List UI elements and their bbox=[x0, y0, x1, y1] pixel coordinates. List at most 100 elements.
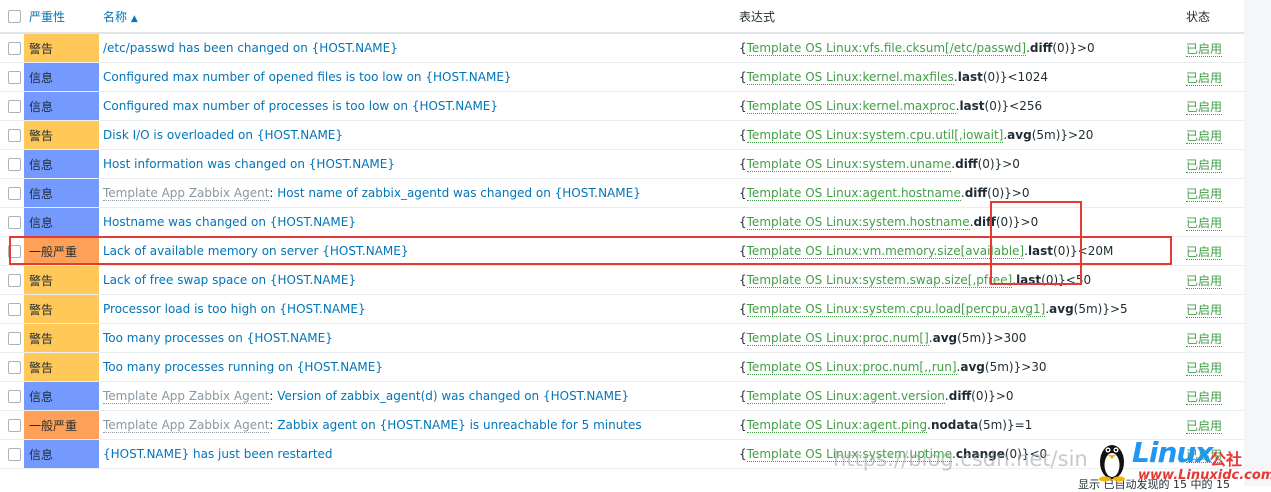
name-column-header[interactable]: 名称 ▲ bbox=[99, 0, 735, 34]
row-checkbox[interactable] bbox=[8, 158, 21, 171]
table-row: 信息 Hostname was changed on {HOST.NAME} {Te… bbox=[0, 207, 1244, 237]
expression-item-link[interactable]: Template OS Linux:proc.num[,,run] bbox=[746, 360, 957, 375]
expression-function: avg bbox=[960, 360, 985, 374]
trigger-name-link[interactable]: Configured max number of opened files is… bbox=[103, 70, 512, 84]
status-enabled-link[interactable]: 已启用 bbox=[1186, 389, 1223, 405]
status-cell: 已启用 bbox=[1183, 149, 1244, 179]
expression-function: diff bbox=[973, 215, 996, 229]
expression-item-link[interactable]: Template OS Linux:vm.memory.size[availab… bbox=[746, 244, 1025, 259]
expression-item-link[interactable]: Template OS Linux:proc.num[] bbox=[746, 331, 929, 346]
trigger-name-link[interactable]: Host information was changed on {HOST.NA… bbox=[103, 157, 395, 171]
expression-cell: {Template OS Linux:vm.memory.size[availa… bbox=[735, 236, 1183, 266]
expression-item-link[interactable]: Template OS Linux:system.uname bbox=[746, 157, 952, 172]
table-row: 警告 Processor load is too high on {HOST.NA… bbox=[0, 294, 1244, 324]
status-enabled-link[interactable]: 已启用 bbox=[1186, 99, 1223, 115]
status-enabled-link[interactable]: 已启用 bbox=[1186, 360, 1223, 376]
expression-item-link[interactable]: Template OS Linux:system.hostname bbox=[746, 215, 970, 230]
status-enabled-link[interactable]: 已启用 bbox=[1186, 418, 1223, 434]
status-cell: 已启用 bbox=[1183, 178, 1244, 208]
expression-function: last bbox=[957, 70, 983, 84]
row-checkbox[interactable] bbox=[8, 129, 21, 142]
expression-cell: {Template OS Linux:agent.hostname.diff(0… bbox=[735, 178, 1183, 208]
trigger-name-link[interactable]: Configured max number of processes is to… bbox=[103, 99, 498, 113]
expression-open-brace: { bbox=[739, 447, 747, 461]
status-enabled-link[interactable]: 已启用 bbox=[1186, 331, 1223, 347]
trigger-name-link[interactable]: Host name of zabbix_agentd was changed o… bbox=[277, 186, 641, 200]
expression-cell: {Template OS Linux:agent.version.diff(0)… bbox=[735, 381, 1183, 411]
template-link[interactable]: Template App Zabbix Agent bbox=[103, 389, 270, 404]
expression-function: diff bbox=[948, 389, 972, 403]
status-enabled-link[interactable]: 已启用 bbox=[1186, 70, 1223, 86]
row-checkbox[interactable] bbox=[8, 448, 21, 461]
row-checkbox[interactable] bbox=[8, 100, 21, 113]
expression-item-link[interactable]: Template OS Linux:kernel.maxfiles bbox=[746, 70, 954, 85]
trigger-name-link[interactable]: Disk I/O is overloaded on {HOST.NAME} bbox=[103, 128, 343, 142]
expression-item-link[interactable]: Template OS Linux:agent.version bbox=[746, 389, 945, 404]
trigger-name-link[interactable]: Lack of free swap space on {HOST.NAME} bbox=[103, 273, 356, 287]
status-enabled-link[interactable]: 已启用 bbox=[1186, 215, 1223, 231]
expression-args: (0)}>0 bbox=[987, 186, 1030, 200]
severity-cell: 信息 bbox=[24, 149, 99, 179]
template-link[interactable]: Template App Zabbix Agent bbox=[103, 418, 270, 433]
expression-function: nodata bbox=[930, 418, 979, 432]
status-enabled-link[interactable]: 已启用 bbox=[1186, 302, 1223, 318]
expression-function: last bbox=[1027, 244, 1054, 258]
trigger-name-link[interactable]: /etc/passwd has been changed on {HOST.NA… bbox=[103, 41, 398, 55]
trigger-name-link[interactable]: Too many processes on {HOST.NAME} bbox=[103, 331, 333, 345]
trigger-name-link[interactable]: Zabbix agent on {HOST.NAME} is unreachab… bbox=[277, 418, 641, 432]
row-checkbox[interactable] bbox=[8, 187, 21, 200]
select-all-checkbox[interactable] bbox=[8, 10, 21, 23]
expression-args: (0)}>0 bbox=[1052, 41, 1095, 55]
expression-open-brace: { bbox=[739, 389, 747, 403]
status-enabled-link[interactable]: 已启用 bbox=[1186, 273, 1223, 289]
expression-cell: {Template OS Linux:system.cpu.load[percp… bbox=[735, 294, 1183, 324]
trigger-name-cell: Configured max number of opened files is… bbox=[99, 62, 735, 92]
status-enabled-link[interactable]: 已启用 bbox=[1186, 128, 1223, 144]
expression-item-link[interactable]: Template OS Linux:system.cpu.util[,iowai… bbox=[746, 128, 1004, 143]
expression-item-link[interactable]: Template OS Linux:kernel.maxproc bbox=[746, 99, 956, 114]
trigger-name-cell: {HOST.NAME} has just been restarted bbox=[99, 439, 735, 469]
expression-item-link[interactable]: Template OS Linux:vfs.file.cksum[/etc/pa… bbox=[746, 41, 1027, 56]
status-enabled-link[interactable]: 已启用 bbox=[1186, 186, 1223, 202]
expression-item-link[interactable]: Template OS Linux:system.cpu.load[percpu… bbox=[746, 302, 1046, 317]
severity-column-header[interactable]: 严重性 bbox=[24, 0, 99, 34]
row-checkbox[interactable] bbox=[8, 216, 21, 229]
status-cell: 已启用 bbox=[1183, 352, 1244, 382]
expression-item-link[interactable]: Template OS Linux:agent.ping bbox=[746, 418, 928, 433]
row-checkbox[interactable] bbox=[8, 361, 21, 374]
row-checkbox[interactable] bbox=[8, 419, 21, 432]
status-enabled-link[interactable]: 已启用 bbox=[1186, 244, 1223, 260]
trigger-name-link[interactable]: Lack of available memory on server {HOST… bbox=[103, 244, 408, 258]
expression-cell: {Template OS Linux:kernel.maxproc.last(0… bbox=[735, 91, 1183, 121]
trigger-name-link[interactable]: Hostname was changed on {HOST.NAME} bbox=[103, 215, 356, 229]
table-row: 一般严重 Template App Zabbix Agent: Zabbix ag… bbox=[0, 410, 1244, 440]
severity-cell: 信息 bbox=[24, 381, 99, 411]
trigger-name-link[interactable]: {HOST.NAME} has just been restarted bbox=[103, 447, 333, 461]
row-checkbox[interactable] bbox=[8, 390, 21, 403]
row-checkbox[interactable] bbox=[8, 303, 21, 316]
status-enabled-link[interactable]: 已启用 bbox=[1186, 41, 1223, 57]
trigger-name-cell: Hostname was changed on {HOST.NAME} bbox=[99, 207, 735, 237]
expression-open-brace: { bbox=[739, 418, 747, 432]
row-select-cell bbox=[0, 265, 24, 295]
severity-cell: 警告 bbox=[24, 323, 99, 353]
template-link[interactable]: Template App Zabbix Agent bbox=[103, 186, 270, 201]
row-checkbox[interactable] bbox=[8, 245, 21, 258]
expression-item-link[interactable]: Template OS Linux:system.swap.size[,pfre… bbox=[746, 273, 1013, 288]
row-checkbox[interactable] bbox=[8, 42, 21, 55]
trigger-name-link[interactable]: Version of zabbix_agent(d) was changed o… bbox=[277, 389, 629, 403]
vertical-scrollbar[interactable] bbox=[1244, 0, 1271, 486]
row-checkbox[interactable] bbox=[8, 274, 21, 287]
trigger-name-link[interactable]: Processor load is too high on {HOST.NAME… bbox=[103, 302, 366, 316]
expression-cell: {Template OS Linux:kernel.maxfiles.last(… bbox=[735, 62, 1183, 92]
severity-cell: 警告 bbox=[24, 120, 99, 150]
expression-open-brace: { bbox=[739, 360, 747, 374]
expression-item-link[interactable]: Template OS Linux:agent.hostname bbox=[746, 186, 961, 201]
table-row: 警告 Disk I/O is overloaded on {HOST.NAME} {… bbox=[0, 120, 1244, 150]
severity-cell: 一般严重 bbox=[24, 410, 99, 440]
expression-args: (0)}<256 bbox=[984, 99, 1043, 113]
trigger-name-link[interactable]: Too many processes running on {HOST.NAME… bbox=[103, 360, 383, 374]
row-checkbox[interactable] bbox=[8, 332, 21, 345]
row-checkbox[interactable] bbox=[8, 71, 21, 84]
status-enabled-link[interactable]: 已启用 bbox=[1186, 157, 1223, 173]
